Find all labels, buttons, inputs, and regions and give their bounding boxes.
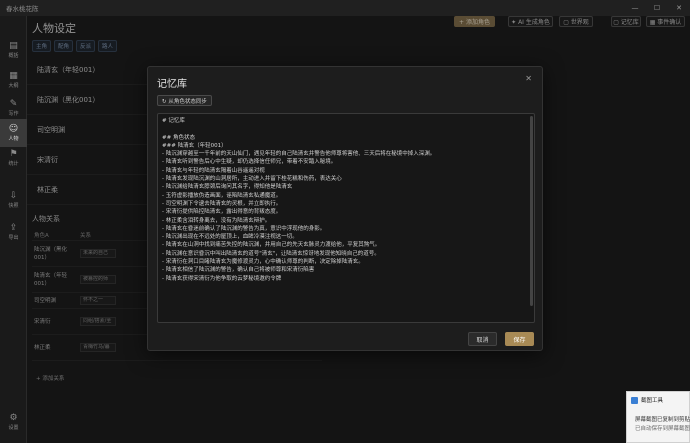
editor-scrollbar[interactable]	[530, 116, 533, 306]
editor-line: - 陆清玄在山洞中找到痛苦失控的陆沉渊，并用自己的先天玄脉灵力渡给他，平复其煞气…	[162, 242, 381, 249]
snipping-tool-icon	[631, 396, 638, 404]
app-window: 春水桃花陈 — ☐ ✕ ▤ 概括 ▦ 大纲 ✎ 写作 ☺ 人物 ⚑ 统计 ⇩ 快…	[0, 0, 690, 443]
sidebar-item-label: 概括	[8, 53, 19, 59]
title-bar: 春水桃花陈 — ☐ ✕	[0, 0, 690, 16]
app-title: 春水桃花陈	[6, 5, 39, 13]
outline-icon: ▦	[9, 71, 18, 81]
sync-from-character-button[interactable]: ↻ 从角色状态同步	[157, 95, 212, 106]
editor-line: - 陆沉渊穿越至一千年前的天山仙门，遇见年轻的自己陆清玄并警告他师尊将害他、三天…	[162, 151, 436, 158]
editor-line: # 记忆库	[162, 118, 185, 124]
stats-icon: ⚑	[9, 149, 18, 159]
editor-line: - 陆清玄获得宋清衍为他争取的云梦秘境邀约令牌	[162, 275, 282, 282]
sidebar-item-stats[interactable]: ⚑ 统计	[0, 144, 27, 172]
editor-line: - 陆沉渊出现在不远处的屋顶上，血眸冷漠注视这一切。	[162, 234, 298, 241]
toast-subtext: 已自动保存到屏幕截图	[635, 426, 690, 432]
sidebar-item-characters[interactable]: ☺ 人物	[0, 119, 27, 147]
sidebar-item-settings[interactable]: ⚙ 设置	[0, 408, 27, 436]
toast-message: 屏幕截图已复制到剪贴板	[635, 417, 690, 423]
close-icon[interactable]: ✕	[668, 0, 690, 16]
sidebar-item-snapshot[interactable]: ⇩ 快照	[0, 186, 27, 214]
editor-line: - 陆沉渊给陆清玄脖颈后询问其名字，得知他是陆清玄	[162, 184, 293, 191]
snapshot-icon: ⇩	[9, 191, 18, 201]
toast-header: 截图工具	[631, 396, 663, 404]
toast-title: 截图工具	[641, 398, 664, 404]
editor-line: - 宋清衍在洞口目睹陆清玄为魔修渡灵力，心中确认师尊的判断，决定除掉陆清玄。	[162, 259, 364, 266]
window-controls: — ☐ ✕	[624, 0, 690, 16]
cancel-button[interactable]: 取消	[468, 332, 497, 346]
editor-line: ## 角色状态	[162, 134, 195, 141]
editor-line: - 陆清玄在昏迷前确认了陆沉渊的警告为真，意识中浮现他的身影。	[162, 225, 326, 232]
editor-line: - 玉符虚影播放伪造画面，诬陷陆清玄私通魔道。	[162, 192, 282, 199]
memory-bank-dialog: 记忆库 ✕ ↻ 从角色状态同步 # 记忆库 ## 角色状态 ### 陆清玄（年轻0…	[147, 66, 543, 351]
maximize-icon[interactable]: ☐	[646, 0, 668, 16]
screenshot-toast[interactable]: 截图工具 屏幕截图已复制到剪贴板 已自动保存到屏幕截图	[626, 391, 690, 443]
export-icon: ⇪	[9, 223, 18, 233]
gear-icon: ⚙	[9, 413, 18, 423]
overview-icon: ▤	[9, 41, 18, 51]
sidebar-item-label: 导出	[8, 235, 19, 241]
save-button[interactable]: 保存	[505, 332, 534, 346]
dialog-title: 记忆库	[157, 79, 187, 90]
close-icon[interactable]: ✕	[525, 74, 532, 83]
editor-line: - 陆清玄相信了陆沉渊的警告，确认自己将被师尊和宋清衍陷害	[162, 267, 315, 274]
editor-line: ### 陆清玄（年轻001）	[162, 142, 227, 149]
sidebar: ▤ 概括 ▦ 大纲 ✎ 写作 ☺ 人物 ⚑ 统计 ⇩ 快照 ⇪ 导出 ⚙ 设置	[0, 16, 27, 443]
sidebar-item-export[interactable]: ⇪ 导出	[0, 218, 27, 246]
sidebar-item-writing[interactable]: ✎ 写作	[0, 94, 27, 122]
editor-line: - 陆沉渊在意识昏沉中叫出陆清玄的道号"清玄"，让陆清玄惊讶地发现他知晓自己的道…	[162, 250, 380, 257]
minimize-icon[interactable]: —	[624, 0, 646, 16]
editor-content: # 记忆库 ## 角色状态 ### 陆清玄（年轻001） - 陆沉渊穿越至一千年前的…	[162, 117, 526, 283]
sidebar-item-label: 大纲	[8, 83, 19, 89]
editor-line: - 陆清玄发现陆沉渊的山洞居所，主动进入并留下桂花糕和伤药，表达关心	[162, 176, 342, 183]
memory-editor[interactable]: # 记忆库 ## 角色状态 ### 陆清玄（年轻001） - 陆沉渊穿越至一千年前的…	[157, 113, 535, 323]
sidebar-item-label: 设置	[8, 425, 19, 431]
person-icon: ☺	[8, 124, 19, 134]
sidebar-item-label: 统计	[8, 161, 19, 167]
sidebar-item-label: 快照	[8, 203, 19, 209]
editor-line: - 司空明渊下令逮去陆清玄的灵根，并立即执行。	[162, 200, 282, 207]
editor-line: - 林正柔含泪转身离去，没有为陆清玄辩护。	[162, 217, 271, 224]
sidebar-item-outline[interactable]: ▦ 大纲	[0, 66, 27, 94]
sidebar-item-label: 写作	[8, 111, 19, 117]
editor-line: - 陆清玄听到警告后心中生疑，却仍选择信任师兄，带着不安踏入秘境。	[162, 159, 337, 166]
sidebar-item-label: 人物	[8, 136, 19, 142]
pen-icon: ✎	[9, 99, 18, 109]
editor-line: - 陆清玄与年轻的陆清玄隔着山谷遥遥对视	[162, 167, 265, 174]
editor-line: - 宋清衍提供陷控陆清玄，露出得意的背叛态度。	[162, 209, 282, 216]
sidebar-item-overview[interactable]: ▤ 概括	[0, 36, 27, 64]
